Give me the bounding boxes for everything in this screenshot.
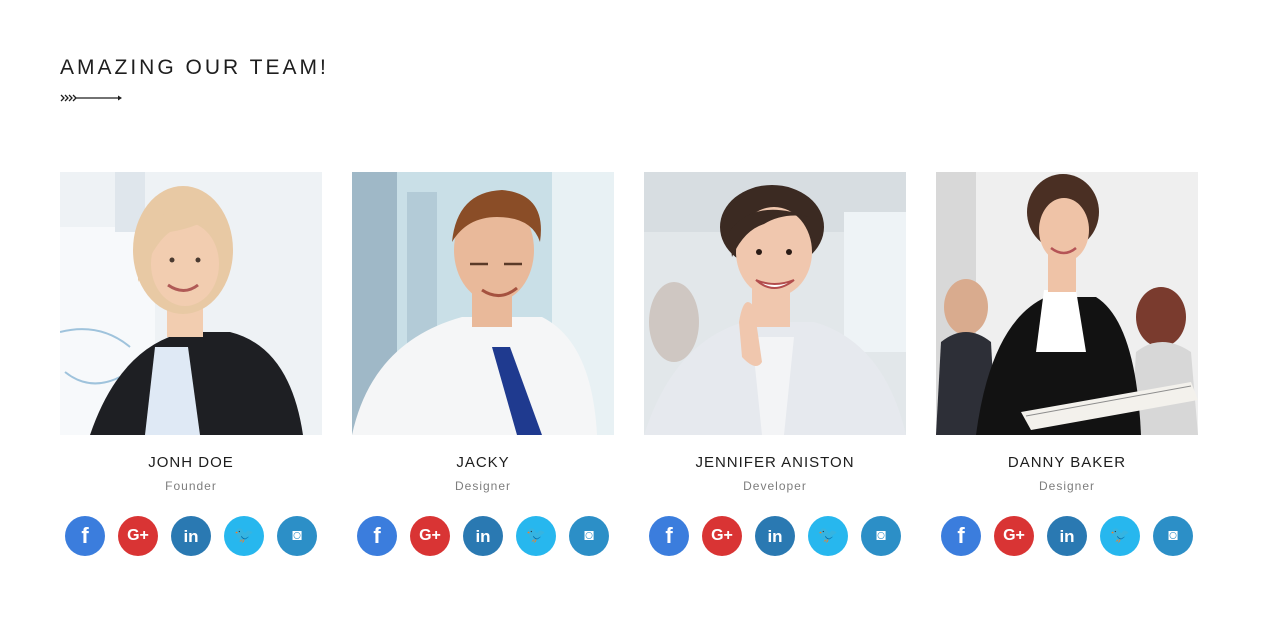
facebook-icon[interactable]: f [941,516,981,556]
member-name: JENNIFER ANISTON [695,454,855,471]
member-photo [352,172,614,435]
member-name: JACKY [456,454,510,471]
google-plus-icon[interactable]: G+ [994,516,1034,556]
member-name: JONH DOE [148,454,234,471]
google-plus-icon[interactable]: G+ [702,516,742,556]
facebook-icon[interactable]: f [357,516,397,556]
linkedin-icon[interactable]: in [755,516,795,556]
twitter-icon[interactable]: 🐦 [224,516,264,556]
member-role: Designer [1038,479,1096,493]
team-member-card: JACKY Designer f G+ in 🐦 ◙ [352,172,614,556]
section-title: AMAZING OUR TEAM! [60,56,329,79]
linkedin-icon[interactable]: in [171,516,211,556]
google-plus-icon[interactable]: G+ [118,516,158,556]
social-links: f G+ in 🐦 ◙ [936,516,1198,556]
twitter-icon[interactable]: 🐦 [1100,516,1140,556]
twitter-icon[interactable]: 🐦 [808,516,848,556]
team-member-card: JENNIFER ANISTON Developer f G+ in 🐦 ◙ [644,172,906,556]
linkedin-icon[interactable]: in [463,516,503,556]
instagram-icon[interactable]: ◙ [1153,516,1193,556]
member-role: Developer [743,479,807,493]
twitter-icon[interactable]: 🐦 [516,516,556,556]
facebook-icon[interactable]: f [65,516,105,556]
social-links: f G+ in 🐦 ◙ [352,516,614,556]
team-member-card: DANNY BAKER Designer f G+ in 🐦 ◙ [936,172,1198,556]
member-role: Designer [454,479,512,493]
member-name: DANNY BAKER [1007,454,1127,471]
social-links: f G+ in 🐦 ◙ [60,516,322,556]
team-member-card: JONH DOE Founder f G+ in 🐦 ◙ [60,172,322,556]
google-plus-icon[interactable]: G+ [410,516,450,556]
member-photo [644,172,906,435]
instagram-icon[interactable]: ◙ [277,516,317,556]
linkedin-icon[interactable]: in [1047,516,1087,556]
instagram-icon[interactable]: ◙ [569,516,609,556]
member-photo [936,172,1198,435]
member-role: Founder [165,479,217,493]
member-photo [60,172,322,435]
facebook-icon[interactable]: f [649,516,689,556]
social-links: f G+ in 🐦 ◙ [644,516,906,556]
instagram-icon[interactable]: ◙ [861,516,901,556]
team-grid: JONH DOE Founder f G+ in 🐦 ◙ JACKY Desig… [60,172,1198,556]
arrow-divider-icon [60,94,122,102]
